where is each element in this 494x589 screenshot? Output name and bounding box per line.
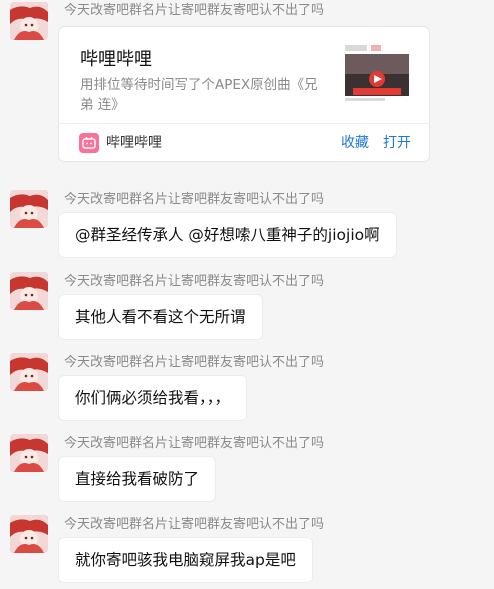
message-bubble[interactable]: 就你寄吧骇我电脑窥屏我ap是吧 <box>58 537 313 583</box>
avatar[interactable] <box>10 434 48 472</box>
share-card[interactable]: 哔哩哔哩 用排位等待时间写了个APEX原创曲《兄 弟 连》 哔哩哔哩 收藏 打开 <box>58 26 430 162</box>
anime-avatar-icon <box>10 272 48 310</box>
sender-nickname: 今天改寄吧群名片让寄吧群友寄吧认不出了吗 <box>64 436 325 451</box>
anime-avatar-icon <box>10 2 48 40</box>
share-card-thumbnail <box>345 45 409 105</box>
share-card-source: 哔哩哔哩 <box>106 135 162 151</box>
share-card-title: 哔哩哔哩 <box>80 49 152 70</box>
message-bubble[interactable]: 你们俩必须给我看，，， <box>58 375 248 421</box>
message-bubble[interactable]: @群圣经传承人 @好想嗦八重神子的jiojio啊 <box>58 212 397 258</box>
avatar[interactable] <box>10 272 48 310</box>
chat-message-list: 今天改寄吧群名片让寄吧群友寄吧认不出了吗 哔哩哔哩 用排位等待时间写了个APEX… <box>0 0 494 589</box>
sender-nickname: 今天改寄吧群名片让寄吧群友寄吧认不出了吗 <box>64 517 325 532</box>
avatar[interactable] <box>10 190 48 228</box>
sender-nickname: 今天改寄吧群名片让寄吧群友寄吧认不出了吗 <box>64 355 325 370</box>
anime-avatar-icon <box>10 353 48 391</box>
message-bubble[interactable]: 直接给我看破防了 <box>58 456 217 502</box>
open-button[interactable]: 打开 <box>383 134 411 152</box>
anime-avatar-icon <box>10 434 48 472</box>
avatar[interactable] <box>10 353 48 391</box>
avatar[interactable] <box>10 515 48 553</box>
share-card-footer: 哔哩哔哩 收藏 打开 <box>59 124 429 162</box>
message-bubble[interactable]: 其他人看不看这个无所谓 <box>58 294 263 340</box>
sender-nickname: 今天改寄吧群名片让寄吧群友寄吧认不出了吗 <box>64 274 325 289</box>
favorite-button[interactable]: 收藏 <box>341 134 369 152</box>
avatar[interactable] <box>10 2 48 40</box>
sender-nickname: 今天改寄吧群名片让寄吧群友寄吧认不出了吗 <box>64 192 325 207</box>
anime-avatar-icon <box>10 190 48 228</box>
sender-nickname: 今天改寄吧群名片让寄吧群友寄吧认不出了吗 <box>64 3 325 18</box>
anime-avatar-icon <box>10 515 48 553</box>
bilibili-logo-icon <box>79 133 99 153</box>
share-card-description: 用排位等待时间写了个APEX原创曲《兄 弟 连》 <box>80 77 318 113</box>
